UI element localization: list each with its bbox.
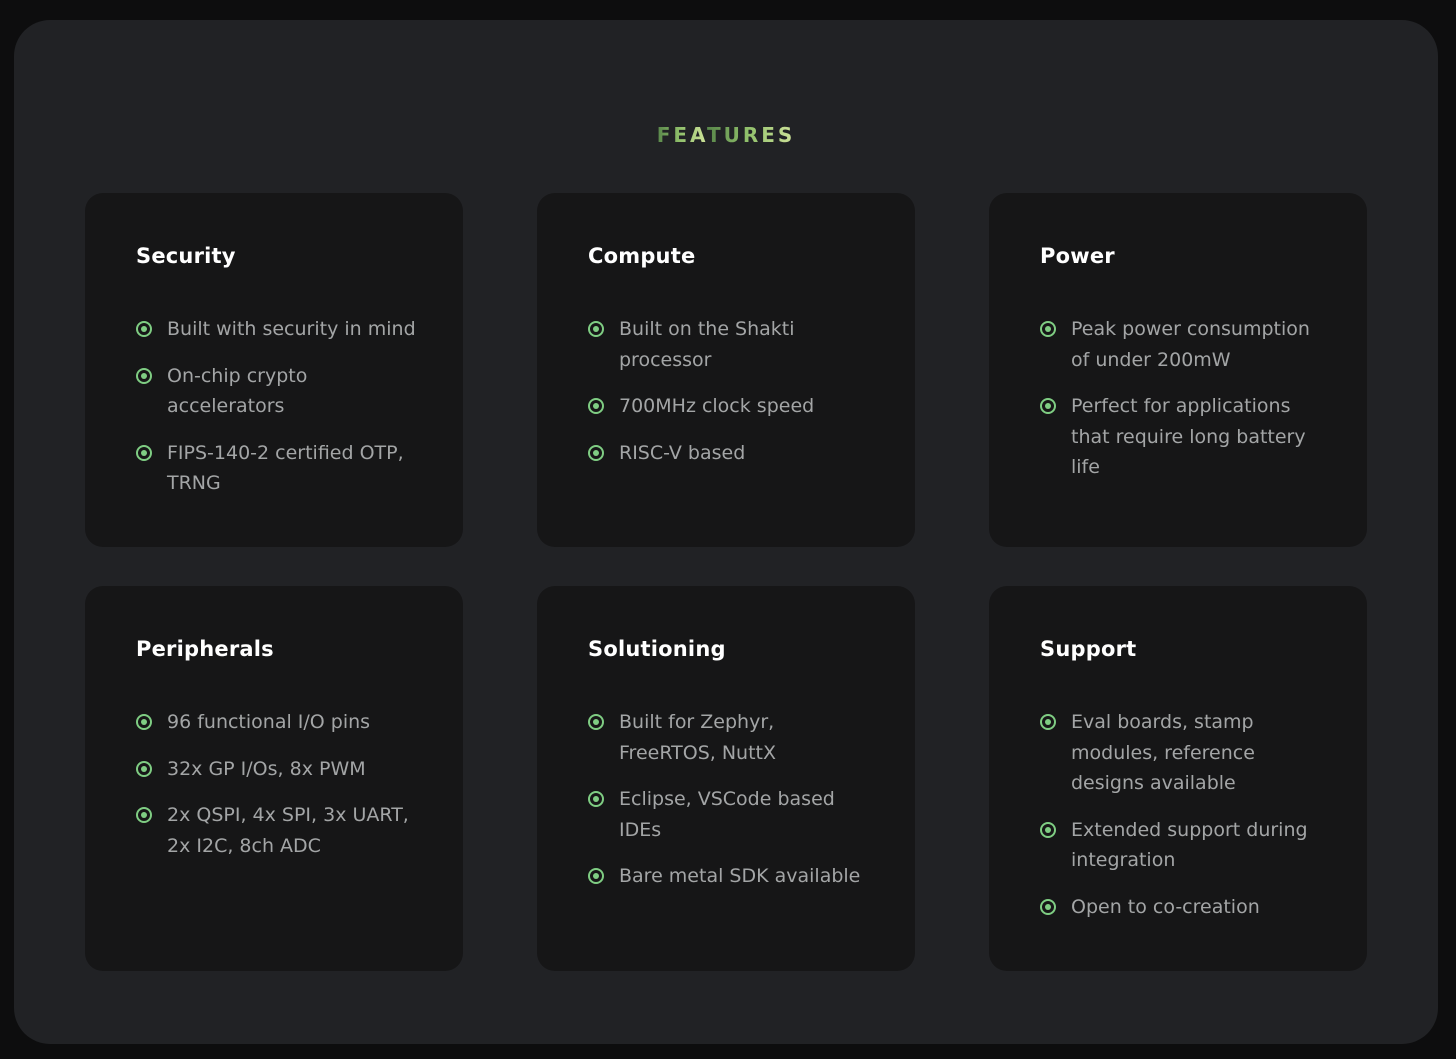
feature-item: FIPS-140-2 certified OTP, TRNG bbox=[136, 438, 423, 499]
bullet-icon bbox=[136, 760, 152, 777]
bullet-icon bbox=[588, 444, 604, 461]
bullet-icon bbox=[1040, 714, 1056, 730]
feature-card-power: Power Peak power consumption of under 20… bbox=[989, 193, 1367, 547]
feature-text: Bare metal SDK available bbox=[619, 865, 861, 887]
feature-item: 700MHz clock speed bbox=[588, 391, 875, 422]
feature-item: 96 functional I/O pins bbox=[136, 707, 423, 738]
feature-list: Peak power consumption of under 200mW Pe… bbox=[1040, 314, 1327, 483]
feature-item: Built on the Shakti processor bbox=[588, 314, 875, 375]
bullet-icon bbox=[588, 398, 604, 414]
card-title: Compute bbox=[588, 244, 696, 268]
feature-item: Built for Zephyr, FreeRTOS, NuttX bbox=[588, 707, 875, 768]
section-title-part1: FEA bbox=[656, 123, 707, 147]
feature-text: On-chip crypto accelerators bbox=[167, 364, 308, 418]
bullet-icon bbox=[1040, 321, 1056, 337]
bullet-icon bbox=[588, 714, 604, 730]
feature-item: Bare metal SDK available bbox=[588, 861, 875, 892]
feature-text: Built for Zephyr, FreeRTOS, NuttX bbox=[619, 711, 777, 764]
card-title: Support bbox=[1040, 637, 1137, 661]
feature-card-support: Support Eval boards, stamp modules, refe… bbox=[989, 586, 1367, 971]
bullet-icon bbox=[1040, 821, 1056, 838]
bullet-icon bbox=[1040, 898, 1056, 915]
bullet-icon bbox=[136, 321, 152, 337]
card-title: Solutioning bbox=[588, 637, 726, 661]
feature-text: FIPS-140-2 certified OTP, TRNG bbox=[167, 441, 404, 495]
bullet-icon bbox=[1040, 398, 1056, 414]
feature-text: Built on the Shakti processor bbox=[619, 318, 795, 371]
feature-list: Built with security in mind On-chip cryp… bbox=[136, 314, 423, 499]
feature-list: 96 functional I/O pins 32x GP I/Os, 8x P… bbox=[136, 707, 423, 861]
bullet-icon bbox=[136, 367, 152, 384]
card-title: Security bbox=[136, 244, 236, 268]
feature-text: Eval boards, stamp modules, reference de… bbox=[1071, 711, 1255, 794]
feature-item: On-chip crypto accelerators bbox=[136, 361, 423, 422]
feature-list: Built for Zephyr, FreeRTOS, NuttX Eclips… bbox=[588, 707, 875, 892]
feature-list: Eval boards, stamp modules, reference de… bbox=[1040, 707, 1327, 922]
feature-text: Open to co-creation bbox=[1071, 895, 1260, 918]
feature-text: Extended support during integration bbox=[1071, 818, 1308, 872]
bullet-icon bbox=[588, 868, 604, 884]
feature-item: Open to co-creation bbox=[1040, 892, 1327, 923]
bullet-icon bbox=[136, 807, 152, 823]
feature-item: Built with security in mind bbox=[136, 314, 423, 345]
section-title-part2: TURES bbox=[706, 123, 796, 147]
feature-card-peripherals: Peripherals 96 functional I/O pins 32x G… bbox=[85, 586, 463, 971]
bullet-icon bbox=[136, 444, 152, 461]
feature-item: Peak power consumption of under 200mW bbox=[1040, 314, 1327, 375]
feature-item: Eval boards, stamp modules, reference de… bbox=[1040, 707, 1327, 799]
bullet-icon bbox=[136, 714, 152, 730]
card-title: Power bbox=[1040, 244, 1115, 268]
feature-text: 2x QSPI, 4x SPI, 3x UART, 2x I2C, 8ch AD… bbox=[167, 804, 409, 857]
feature-text: 32x GP I/Os, 8x PWM bbox=[167, 757, 366, 780]
card-title: Peripherals bbox=[136, 637, 274, 661]
feature-item: 32x GP I/Os, 8x PWM bbox=[136, 754, 423, 785]
feature-text: Built with security in mind bbox=[167, 318, 416, 340]
feature-text: Perfect for applications that require lo… bbox=[1071, 395, 1306, 478]
bullet-icon bbox=[588, 791, 604, 807]
feature-list: Built on the Shakti processor 700MHz clo… bbox=[588, 314, 875, 468]
feature-text: Eclipse, VSCode based IDEs bbox=[619, 788, 835, 841]
feature-item: Perfect for applications that require lo… bbox=[1040, 391, 1327, 483]
feature-item: Extended support during integration bbox=[1040, 815, 1327, 876]
feature-card-security: Security Built with security in mind On-… bbox=[85, 193, 463, 547]
features-panel: FEATURES Security Built with security in… bbox=[14, 20, 1438, 1044]
bullet-icon bbox=[588, 321, 604, 337]
feature-text: 700MHz clock speed bbox=[619, 395, 815, 417]
feature-text: Peak power consumption of under 200mW bbox=[1071, 318, 1310, 371]
feature-item: 2x QSPI, 4x SPI, 3x UART, 2x I2C, 8ch AD… bbox=[136, 800, 423, 861]
feature-item: Eclipse, VSCode based IDEs bbox=[588, 784, 875, 845]
feature-text: 96 functional I/O pins bbox=[167, 711, 371, 733]
feature-item: RISC-V based bbox=[588, 438, 875, 469]
feature-card-compute: Compute Built on the Shakti processor 70… bbox=[537, 193, 915, 547]
section-title: FEATURES bbox=[14, 124, 1438, 146]
feature-card-solutioning: Solutioning Built for Zephyr, FreeRTOS, … bbox=[537, 586, 915, 971]
feature-text: RISC-V based bbox=[619, 441, 746, 464]
